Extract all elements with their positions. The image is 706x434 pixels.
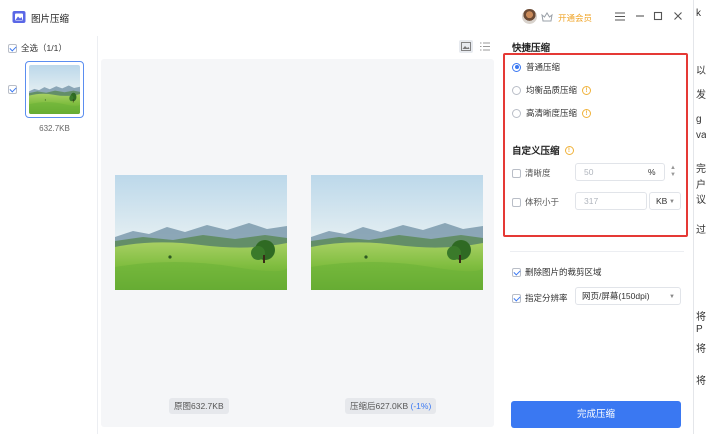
vip-crown-icon[interactable] — [541, 11, 553, 23]
remove-crop-label: 删除图片的裁剪区域 — [525, 267, 602, 277]
bg-char: 户 — [696, 180, 706, 191]
thumbnail-checkbox[interactable] — [8, 85, 17, 94]
bg-char: 以 — [696, 66, 706, 77]
size-limit-checkbox[interactable] — [512, 197, 521, 207]
select-all-check-icon[interactable] — [8, 43, 17, 53]
close-icon[interactable] — [671, 9, 685, 23]
quick-compress-heading: 快捷压缩 — [512, 43, 551, 54]
preview-area: 原图632.7KB 压缩后627.0KB (-1%) — [101, 59, 494, 427]
resolution-select[interactable]: 网页/屏幕(150dpi) ▼ — [575, 287, 681, 305]
remove-crop-option[interactable]: 删除图片的裁剪区域 — [512, 266, 602, 278]
left-divider — [97, 36, 98, 434]
stepper-up-icon[interactable]: ▲ — [670, 165, 676, 172]
bg-char: k — [696, 8, 701, 19]
radio-hd[interactable] — [512, 108, 521, 118]
option-balanced-label: 均衡品质压缩 — [526, 85, 578, 95]
bg-char: 议 — [696, 195, 706, 206]
hd-info-icon[interactable]: ! — [582, 108, 592, 118]
background-document: k 以 发 g va 完 户 议 过 将 P 将 将 — [695, 0, 706, 434]
view-list-toggle[interactable] — [478, 40, 492, 53]
app-window: 图片压缩 开通会员 全选（1/1） 632.7KB 原图632.7KB 压缩后6… — [0, 0, 694, 434]
bg-char: 过 — [696, 225, 706, 236]
clarity-option[interactable]: 清晰度 — [512, 167, 551, 179]
radio-normal[interactable] — [512, 62, 521, 72]
original-size-caption: 原图632.7KB — [169, 398, 229, 414]
resolution-checkbox[interactable] — [512, 293, 521, 303]
compressed-size-text: 压缩后627.0KB — [350, 401, 409, 411]
image-view-icon — [461, 42, 471, 51]
compressed-image — [311, 175, 483, 290]
app-title: 图片压缩 — [31, 14, 70, 25]
app-logo-icon — [12, 11, 26, 23]
user-avatar[interactable] — [522, 9, 537, 24]
custom-heading-text: 自定义压缩 — [512, 146, 560, 157]
resolution-option[interactable]: 指定分辨率 — [512, 292, 568, 304]
size-limit-value: 317 — [584, 196, 599, 206]
resolution-value: 网页/屏幕(150dpi) — [582, 291, 650, 301]
custom-info-icon[interactable]: ! — [564, 145, 574, 155]
thumbnail-size: 632.7KB — [39, 124, 70, 133]
clarity-stepper[interactable]: ▲ ▼ — [668, 163, 678, 181]
list-view-icon — [480, 42, 490, 51]
option-normal-compress[interactable]: 普通压缩 — [512, 61, 560, 73]
maximize-icon[interactable] — [651, 9, 665, 23]
compression-change: (-1%) — [410, 401, 432, 411]
stepper-down-icon[interactable]: ▼ — [670, 172, 676, 179]
bg-char: P — [696, 324, 703, 335]
bg-char: 将 — [696, 376, 706, 387]
clarity-checkbox[interactable] — [512, 168, 521, 178]
custom-compress-heading: 自定义压缩 ! — [512, 143, 574, 157]
thumbnail-image — [29, 65, 80, 114]
balanced-info-icon[interactable]: ! — [582, 85, 592, 95]
size-unit-value: KB — [656, 196, 668, 206]
view-image-toggle[interactable] — [459, 40, 473, 53]
size-limit-option[interactable]: 体积小于 — [512, 196, 559, 208]
clarity-label: 清晰度 — [525, 168, 551, 178]
bg-char: 完 — [696, 164, 706, 175]
option-hd-compress[interactable]: 高清晰度压缩 ! — [512, 107, 592, 119]
option-balanced-compress[interactable]: 均衡品质压缩 ! — [512, 84, 592, 96]
remove-crop-checkbox[interactable] — [512, 267, 521, 277]
vip-upgrade-link[interactable]: 开通会员 — [558, 12, 592, 24]
size-unit-select[interactable]: KB ▼ — [649, 192, 681, 210]
chevron-down-icon: ▼ — [669, 199, 675, 205]
select-all-checkbox[interactable]: 全选（1/1） — [8, 42, 67, 54]
settings-divider — [510, 251, 684, 252]
size-limit-input[interactable]: 317 — [575, 192, 647, 210]
title-bar: 图片压缩 开通会员 — [0, 0, 694, 34]
bg-char: 发 — [696, 90, 706, 101]
size-limit-label: 体积小于 — [525, 197, 560, 207]
bg-char: va — [696, 130, 706, 141]
finish-compress-button[interactable]: 完成压缩 — [511, 401, 681, 428]
menu-icon[interactable] — [613, 9, 627, 23]
option-normal-label: 普通压缩 — [526, 62, 561, 72]
chevron-down-icon: ▼ — [669, 294, 675, 300]
original-image — [115, 175, 287, 290]
clarity-unit: % — [648, 167, 656, 177]
option-hd-label: 高清晰度压缩 — [526, 108, 578, 118]
clarity-value: 50 — [584, 167, 594, 177]
thumbnail-item[interactable] — [25, 61, 84, 118]
compressed-size-caption: 压缩后627.0KB (-1%) — [345, 398, 437, 414]
resolution-label: 指定分辨率 — [525, 293, 568, 303]
minimize-icon[interactable] — [633, 9, 647, 23]
bg-char: g — [696, 114, 702, 125]
select-all-label: 全选（1/1） — [21, 43, 67, 53]
bg-char: 将 — [696, 312, 706, 323]
bg-char: 将 — [696, 344, 706, 355]
radio-balanced[interactable] — [512, 85, 521, 95]
